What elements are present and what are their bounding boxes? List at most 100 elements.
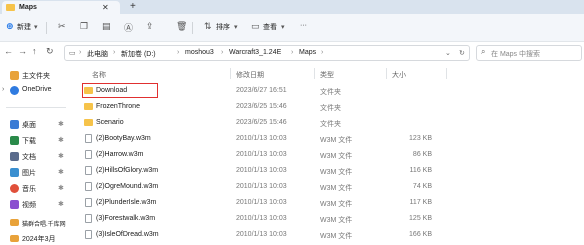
download-icon — [10, 136, 19, 145]
rename-icon[interactable]: Ⓐ — [124, 21, 133, 34]
file-type: W3M 文件 — [320, 217, 353, 224]
chevron-right-icon[interactable]: › — [2, 86, 4, 93]
file-row[interactable]: (3)Forestwalk.w3m 2010/1/13 10:03 W3M 文件… — [76, 211, 584, 226]
tab-maps[interactable]: Maps ✕ — [2, 1, 120, 14]
command-bar: ⊕ 新建 ▾ ✂ ❐ ▤ Ⓐ ⇪ 🗑 ⇅ 排序 ▾ ▭ 查看 ▾ ··· — [0, 14, 584, 42]
chevron-right-icon: › — [79, 49, 82, 56]
file-date: 2010/1/13 10:03 — [236, 151, 287, 158]
new-tab-button[interactable]: + — [130, 1, 136, 12]
copy-icon[interactable]: ❐ — [80, 21, 88, 32]
column-type[interactable]: 类型 — [320, 70, 334, 80]
column-divider[interactable] — [230, 68, 231, 79]
forward-arrow-icon[interactable]: → — [18, 46, 27, 56]
file-row[interactable]: (2)HillsOfGlory.w3m 2010/1/13 10:03 W3M … — [76, 163, 584, 178]
file-date: 2010/1/13 10:03 — [236, 183, 287, 190]
pin-icon[interactable]: ✱ — [58, 200, 64, 208]
desktop-icon — [10, 120, 19, 129]
folder-icon — [10, 219, 19, 226]
chevron-down-icon[interactable]: ▾ — [234, 23, 238, 31]
file-size: 86 KB — [412, 151, 432, 158]
file-date: 2010/1/13 10:03 — [236, 231, 287, 238]
sidebar-item-downloads[interactable]: 下载 ✱ — [0, 134, 70, 148]
file-name: (2)OgreMound.w3m — [96, 183, 159, 190]
sidebar-item-label: 桌面 — [22, 122, 36, 129]
up-arrow-icon[interactable]: ↑ — [32, 46, 37, 56]
file-row[interactable]: (2)OgreMound.w3m 2010/1/13 10:03 W3M 文件 … — [76, 179, 584, 194]
file-name: (3)IsleOfDread.w3m — [96, 231, 159, 238]
view-button[interactable]: 查看 — [263, 22, 277, 32]
refresh-icon[interactable]: ↻ — [459, 49, 465, 57]
sort-icon: ⇅ — [204, 21, 212, 31]
breadcrumb-drive[interactable]: 新加卷 (D:) — [121, 49, 156, 59]
paste-icon[interactable]: ▤ — [102, 21, 111, 32]
sidebar-item-label: OneDrive — [22, 86, 52, 93]
sidebar-item-label: 猫群合唱.千库网 — [22, 222, 66, 228]
file-date: 2010/1/13 10:03 — [236, 167, 287, 174]
picture-icon — [10, 168, 19, 177]
file-size: 166 KB — [409, 231, 432, 238]
file-name: (2)Harrow.w3m — [96, 151, 144, 158]
column-divider[interactable] — [446, 68, 447, 79]
column-divider[interactable] — [314, 68, 315, 79]
music-icon — [10, 184, 19, 193]
pin-icon[interactable]: ✱ — [58, 136, 64, 144]
sidebar-item-desktop[interactable]: 桌面 ✱ — [0, 118, 70, 132]
share-icon[interactable]: ⇪ — [146, 21, 154, 32]
sidebar-item-folder[interactable]: 2024年3月 — [0, 232, 70, 245]
column-name[interactable]: 名称 — [92, 70, 106, 80]
refresh-icon[interactable]: ↻ — [46, 46, 54, 57]
file-type: 文件夹 — [320, 105, 341, 112]
breadcrumb-moshou3[interactable]: moshou3 — [185, 49, 214, 56]
file-row[interactable]: (2)BootyBay.w3m 2010/1/13 10:03 W3M 文件 1… — [76, 131, 584, 146]
file-row[interactable]: FrozenThrone 2023/6/25 15:46 文件夹 — [76, 99, 584, 114]
file-type: W3M 文件 — [320, 137, 353, 144]
new-button[interactable]: 新建 — [17, 22, 31, 32]
sidebar-item-pictures[interactable]: 图片 ✱ — [0, 166, 70, 180]
chevron-down-icon[interactable]: ▾ — [34, 23, 38, 31]
column-header: 名称 修改日期 类型 大小 — [76, 66, 584, 80]
address-bar[interactable]: ▭ › 此电脑 › 新加卷 (D:) › moshou3 › Warcraft3… — [64, 45, 470, 61]
sidebar-item-documents[interactable]: 文档 ✱ — [0, 150, 70, 164]
file-icon — [85, 150, 92, 159]
file-type: W3M 文件 — [320, 169, 353, 176]
file-row[interactable]: (3)IsleOfDread.w3m 2010/1/13 10:03 W3M 文… — [76, 227, 584, 242]
file-icon — [85, 198, 92, 207]
cut-icon[interactable]: ✂ — [58, 21, 66, 32]
file-row[interactable]: (2)Harrow.w3m 2010/1/13 10:03 W3M 文件 86 … — [76, 147, 584, 162]
sort-button[interactable]: 排序 — [216, 22, 230, 32]
breadcrumb-warcraft[interactable]: Warcraft3_1.24E — [229, 49, 281, 56]
sidebar-item-videos[interactable]: 视频 ✱ — [0, 198, 70, 212]
pin-icon[interactable]: ✱ — [58, 120, 64, 128]
vertical-scrollbar[interactable] — [576, 66, 579, 241]
view-icon: ▭ — [251, 21, 260, 31]
pin-icon[interactable]: ✱ — [58, 152, 64, 160]
sidebar-item-label: 音乐 — [22, 186, 36, 193]
sidebar-item-onedrive[interactable]: › OneDrive — [0, 84, 70, 98]
file-type: W3M 文件 — [320, 233, 353, 240]
pin-icon[interactable]: ✱ — [58, 184, 64, 192]
breadcrumb-maps[interactable]: Maps — [299, 49, 316, 56]
column-size[interactable]: 大小 — [392, 70, 406, 80]
file-row[interactable]: Scenario 2023/6/25 15:46 文件夹 — [76, 115, 584, 130]
pin-icon[interactable]: ✱ — [58, 168, 64, 176]
folder-icon — [84, 119, 93, 126]
column-divider[interactable] — [386, 68, 387, 79]
sidebar-divider — [6, 107, 66, 108]
sidebar-item-home[interactable]: 主文件夹 — [0, 69, 70, 83]
breadcrumb-this-pc[interactable]: 此电脑 — [87, 49, 108, 59]
chevron-down-icon[interactable]: ▾ — [281, 23, 285, 31]
delete-icon[interactable]: 🗑 — [176, 21, 187, 32]
file-date: 2010/1/13 10:03 — [236, 199, 287, 206]
close-tab-icon[interactable]: ✕ — [102, 3, 109, 12]
back-arrow-icon[interactable]: ← — [4, 46, 13, 56]
search-input[interactable]: ⌕ 在 Maps 中搜索 — [476, 45, 582, 61]
chevron-down-icon[interactable]: ⌄ — [445, 49, 451, 57]
sidebar-item-folder[interactable]: 猫群合唱.千库网 — [0, 216, 70, 230]
file-row[interactable]: (2)PlunderIsle.w3m 2010/1/13 10:03 W3M 文… — [76, 195, 584, 210]
column-date[interactable]: 修改日期 — [236, 70, 264, 80]
file-name: (3)Forestwalk.w3m — [96, 215, 156, 222]
sidebar-item-music[interactable]: 音乐 ✱ — [0, 182, 70, 196]
sidebar-item-label: 主文件夹 — [22, 73, 50, 80]
more-options-button[interactable]: ··· — [300, 22, 307, 29]
file-date: 2023/6/25 15:46 — [236, 119, 287, 126]
